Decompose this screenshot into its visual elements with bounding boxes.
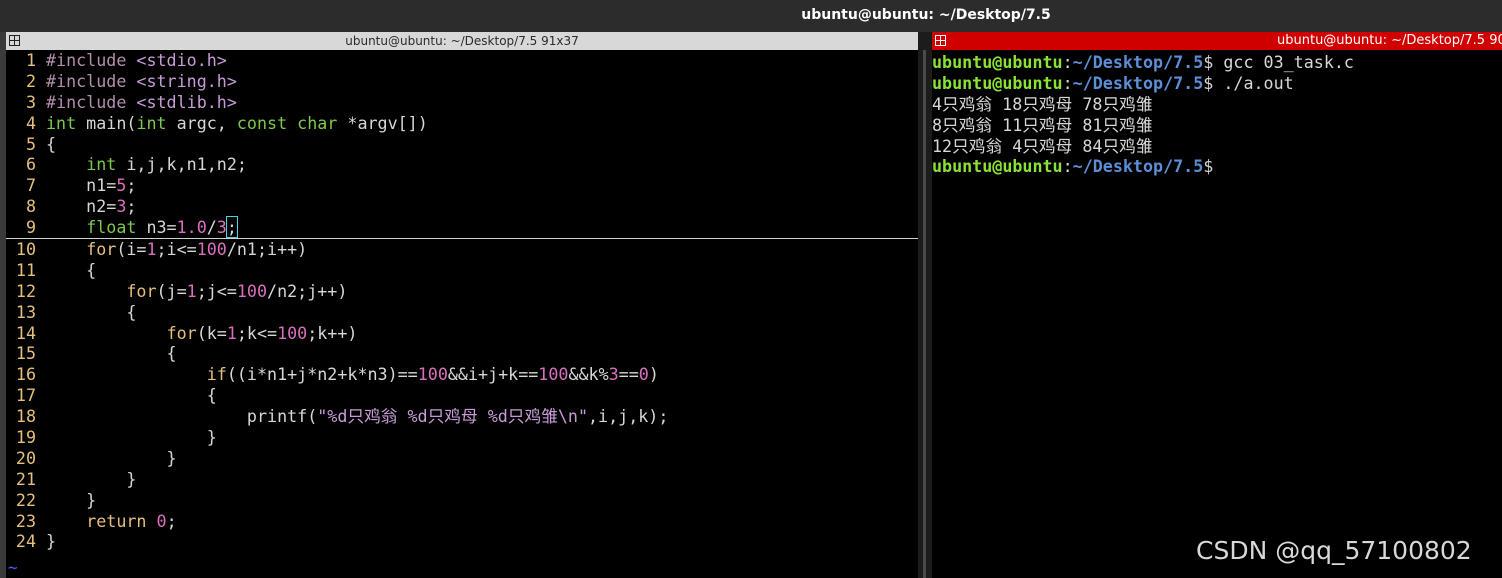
code-line: 4 int main(int argc, const char *argv[]) [25, 112, 428, 133]
terminal-pane[interactable]: ubuntu@ubuntu: ~/Desktop/7.5 90 ubuntu@u… [932, 32, 1502, 578]
right-pane-header: ubuntu@ubuntu: ~/Desktop/7.5 90 [932, 32, 1502, 50]
code-line-current: 9 float n3=1.0/3; [6, 216, 918, 240]
left-pane-header: ubuntu@ubuntu: ~/Desktop/7.5 91x37 [6, 32, 918, 50]
code-line: 16 if((i*n1+j*n2+k*n3)==100&&i+j+k==100&… [15, 364, 659, 385]
vim-editor-pane[interactable]: ubuntu@ubuntu: ~/Desktop/7.5 91x37 1 #inc… [6, 32, 918, 578]
code-line: 8 n2=3; [25, 196, 137, 217]
code-line: 23 return 0; [15, 510, 177, 531]
code-line: 21 } [15, 468, 137, 489]
code-line: 19 } [15, 427, 217, 448]
code-line: 1 #include <stdio.h> [25, 50, 227, 70]
left-pane-title: ubuntu@ubuntu: ~/Desktop/7.5 91x37 [345, 34, 579, 48]
empty-buffer-tilde: ~ [8, 558, 18, 577]
code-line: 10 for(i=1;i<=100/n1;i++) [15, 239, 308, 260]
code-line: 6 int i,j,k,n1,n2; [25, 154, 247, 175]
terminal-line: ubuntu@ubuntu:~/Desktop/7.5$ gcc 03_task… [932, 52, 1354, 72]
text-cursor: ; [225, 216, 238, 239]
code-line: 17 { [15, 385, 217, 406]
terminal-grid-icon[interactable] [935, 35, 946, 46]
code-line: 22 } [15, 489, 97, 510]
window-title: ubuntu@ubuntu: ~/Desktop/7.5 [801, 7, 1051, 23]
right-pane-title: ubuntu@ubuntu: ~/Desktop/7.5 90 [1277, 33, 1502, 48]
code-line: 12 for(j=1;j<=100/n2;j++) [15, 280, 348, 301]
code-line: 5{ [25, 133, 57, 154]
terminal-output[interactable]: ubuntu@ubuntu:~/Desktop/7.5$ gcc 03_task… [932, 52, 1502, 177]
code-line: 13 { [15, 301, 137, 322]
code-line: 18 printf("%d只鸡翁 %d只鸡母 %d只鸡雏\n",i,j,k); [15, 406, 669, 427]
terminal-line: 12只鸡翁 4只鸡母 84只鸡雏 [932, 135, 1153, 156]
watermark: CSDN @qq_57100802 [1196, 536, 1472, 565]
pane-splitter[interactable] [918, 32, 932, 578]
code-line: 2 #include <string.h> [25, 70, 237, 91]
window-titlebar: ubuntu@ubuntu: ~/Desktop/7.5 [0, 0, 1502, 32]
terminal-line: 4只鸡翁 18只鸡母 78只鸡雏 [932, 93, 1153, 114]
code-editor[interactable]: 1 #include <stdio.h> 2 #include <string.h>… [6, 50, 918, 552]
terminal-line: ubuntu@ubuntu:~/Desktop/7.5$ ./a.out [932, 72, 1294, 93]
code-line: 7 n1=5; [25, 175, 137, 196]
code-line: 24} [15, 531, 57, 552]
code-line: 15 { [15, 343, 177, 364]
code-line: 20 } [15, 447, 177, 468]
code-line: 11 { [15, 259, 97, 280]
terminal-prompt[interactable]: ubuntu@ubuntu:~/Desktop/7.5$ [932, 156, 1502, 177]
code-line: 3 #include <stdlib.h> [25, 91, 237, 112]
code-line: 14 for(k=1;k<=100;k++) [15, 322, 358, 343]
terminal-line: 8只鸡翁 11只鸡母 81只鸡雏 [932, 114, 1153, 135]
